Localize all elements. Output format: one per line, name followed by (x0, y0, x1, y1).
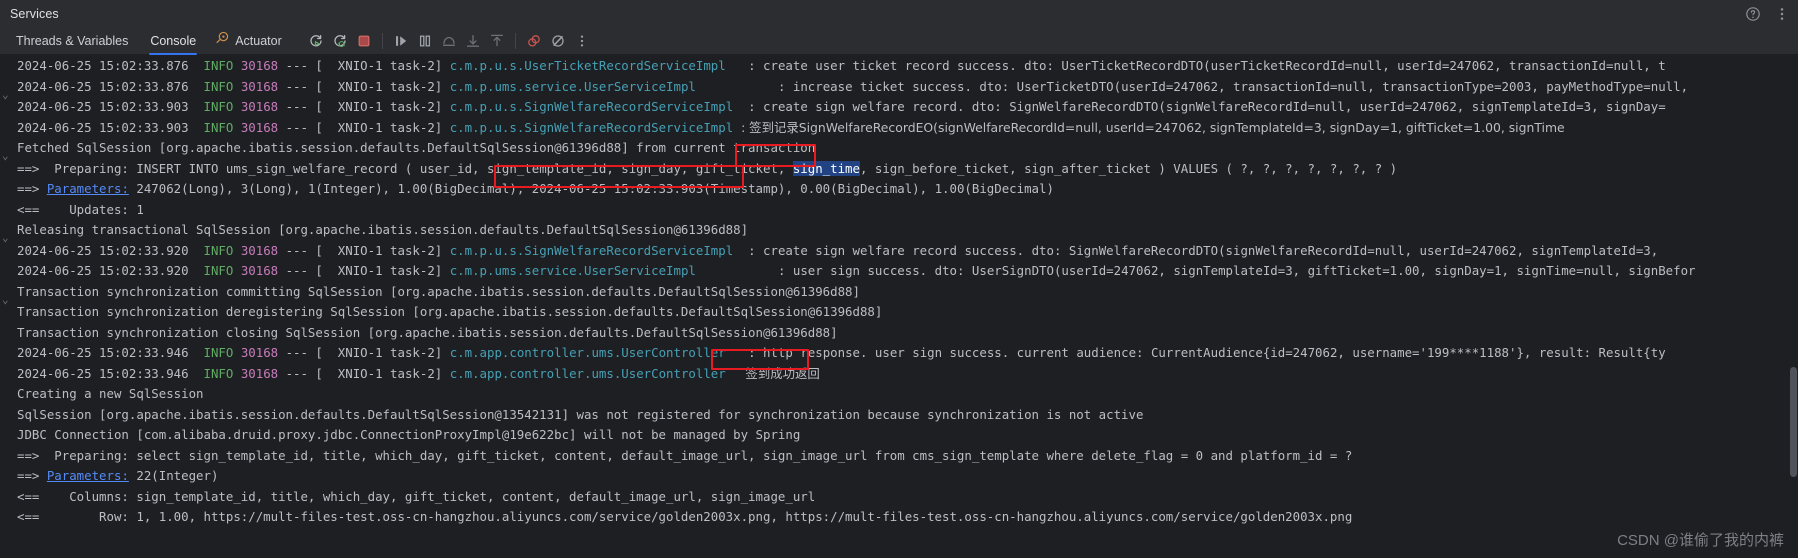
console-line[interactable]: Creating a new SqlSession (0, 384, 1798, 405)
console-line[interactable]: <== Columns: sign_template_id, title, wh… (0, 487, 1798, 508)
resume-program-icon[interactable] (390, 30, 412, 52)
rerun-debug-icon[interactable] (329, 30, 351, 52)
vertical-scrollbar[interactable] (1789, 55, 1798, 558)
toolbar-divider-2 (514, 32, 516, 49)
console-output-panel[interactable]: ⌄ ⌄ ⌄ ⌄ 2024-06-25 15:02:33.876 INFO 301… (0, 55, 1798, 558)
step-over-icon[interactable] (438, 30, 460, 52)
console-line[interactable]: <== Updates: 1 (0, 200, 1798, 221)
console-line[interactable]: ==> Preparing: INSERT INTO ums_sign_welf… (0, 159, 1798, 180)
fold-marker[interactable]: ⌄ (2, 232, 11, 243)
mute-breakpoints-icon[interactable] (547, 30, 569, 52)
console-toolbar: Threads & Variables Console Actuator (0, 27, 1798, 55)
console-line[interactable]: Transaction synchronization committing S… (0, 282, 1798, 303)
toolbar-divider-1 (381, 32, 383, 49)
step-into-icon[interactable] (462, 30, 484, 52)
run-controls-group (305, 30, 375, 52)
rerun-icon[interactable] (305, 30, 327, 52)
console-line[interactable]: 2024-06-25 15:02:33.876 INFO 30168 --- [… (0, 77, 1798, 98)
tab-console[interactable]: Console (139, 27, 207, 55)
tab-actuator-label: Actuator (235, 33, 282, 48)
more-actions-icon[interactable] (571, 30, 593, 52)
tab-actuator[interactable]: Actuator (207, 27, 293, 55)
console-line[interactable]: <== Row: 1, 1.00, https://mult-files-tes… (0, 507, 1798, 528)
more-options-icon[interactable] (1774, 6, 1790, 22)
console-line[interactable]: JDBC Connection [com.alibaba.druid.proxy… (0, 425, 1798, 446)
console-line[interactable]: ==> Preparing: select sign_template_id, … (0, 446, 1798, 467)
console-line[interactable]: 2024-06-25 15:02:33.903 INFO 30168 --- [… (0, 97, 1798, 118)
scrollbar-thumb[interactable] (1790, 366, 1797, 477)
pause-program-icon[interactable] (414, 30, 436, 52)
view-breakpoints-icon[interactable] (523, 30, 545, 52)
console-line[interactable]: Transaction synchronization deregisterin… (0, 302, 1798, 323)
console-line[interactable]: 2024-06-25 15:02:33.903 INFO 30168 --- [… (0, 118, 1798, 139)
console-line[interactable]: Releasing transactional SqlSession [org.… (0, 220, 1798, 241)
breakpoint-group (523, 30, 593, 52)
console-line[interactable]: ==> Parameters: 247062(Long), 3(Long), 1… (0, 179, 1798, 200)
console-log-text[interactable]: 2024-06-25 15:02:33.876 INFO 30168 --- [… (0, 55, 1798, 558)
window-bar-actions (1745, 0, 1790, 27)
watermark-text: CSDN @谁偷了我的内裤 (1617, 532, 1784, 549)
console-line[interactable]: SqlSession [org.apache.ibatis.session.de… (0, 405, 1798, 426)
console-line[interactable]: ==> Parameters: 22(Integer) (0, 466, 1798, 487)
step-out-icon[interactable] (486, 30, 508, 52)
console-gutter: ⌄ ⌄ ⌄ ⌄ (0, 55, 12, 558)
help-icon[interactable] (1745, 6, 1761, 22)
console-line[interactable]: Fetched SqlSession [org.apache.ibatis.se… (0, 138, 1798, 159)
console-line[interactable]: 2024-06-25 15:02:33.946 INFO 30168 --- [… (0, 343, 1798, 364)
console-line[interactable]: 2024-06-25 15:02:33.946 INFO 30168 --- [… (0, 364, 1798, 385)
console-line[interactable]: 2024-06-25 15:02:33.876 INFO 30168 --- [… (0, 56, 1798, 77)
debug-step-group (390, 30, 508, 52)
console-line[interactable]: 2024-06-25 15:02:33.920 INFO 30168 --- [… (0, 241, 1798, 262)
console-line[interactable]: Transaction synchronization closing SqlS… (0, 323, 1798, 344)
fold-marker[interactable]: ⌄ (2, 150, 11, 161)
window-title-bar: Services (0, 0, 1798, 27)
console-line[interactable]: 2024-06-25 15:02:33.920 INFO 30168 --- [… (0, 261, 1798, 282)
tab-threads-and-variables[interactable]: Threads & Variables (5, 27, 139, 55)
page-title: Services (10, 6, 59, 21)
fold-marker[interactable]: ⌄ (2, 89, 11, 100)
fold-marker[interactable]: ⌄ (2, 294, 11, 305)
actuator-icon (215, 27, 230, 55)
stop-icon[interactable] (353, 30, 375, 52)
